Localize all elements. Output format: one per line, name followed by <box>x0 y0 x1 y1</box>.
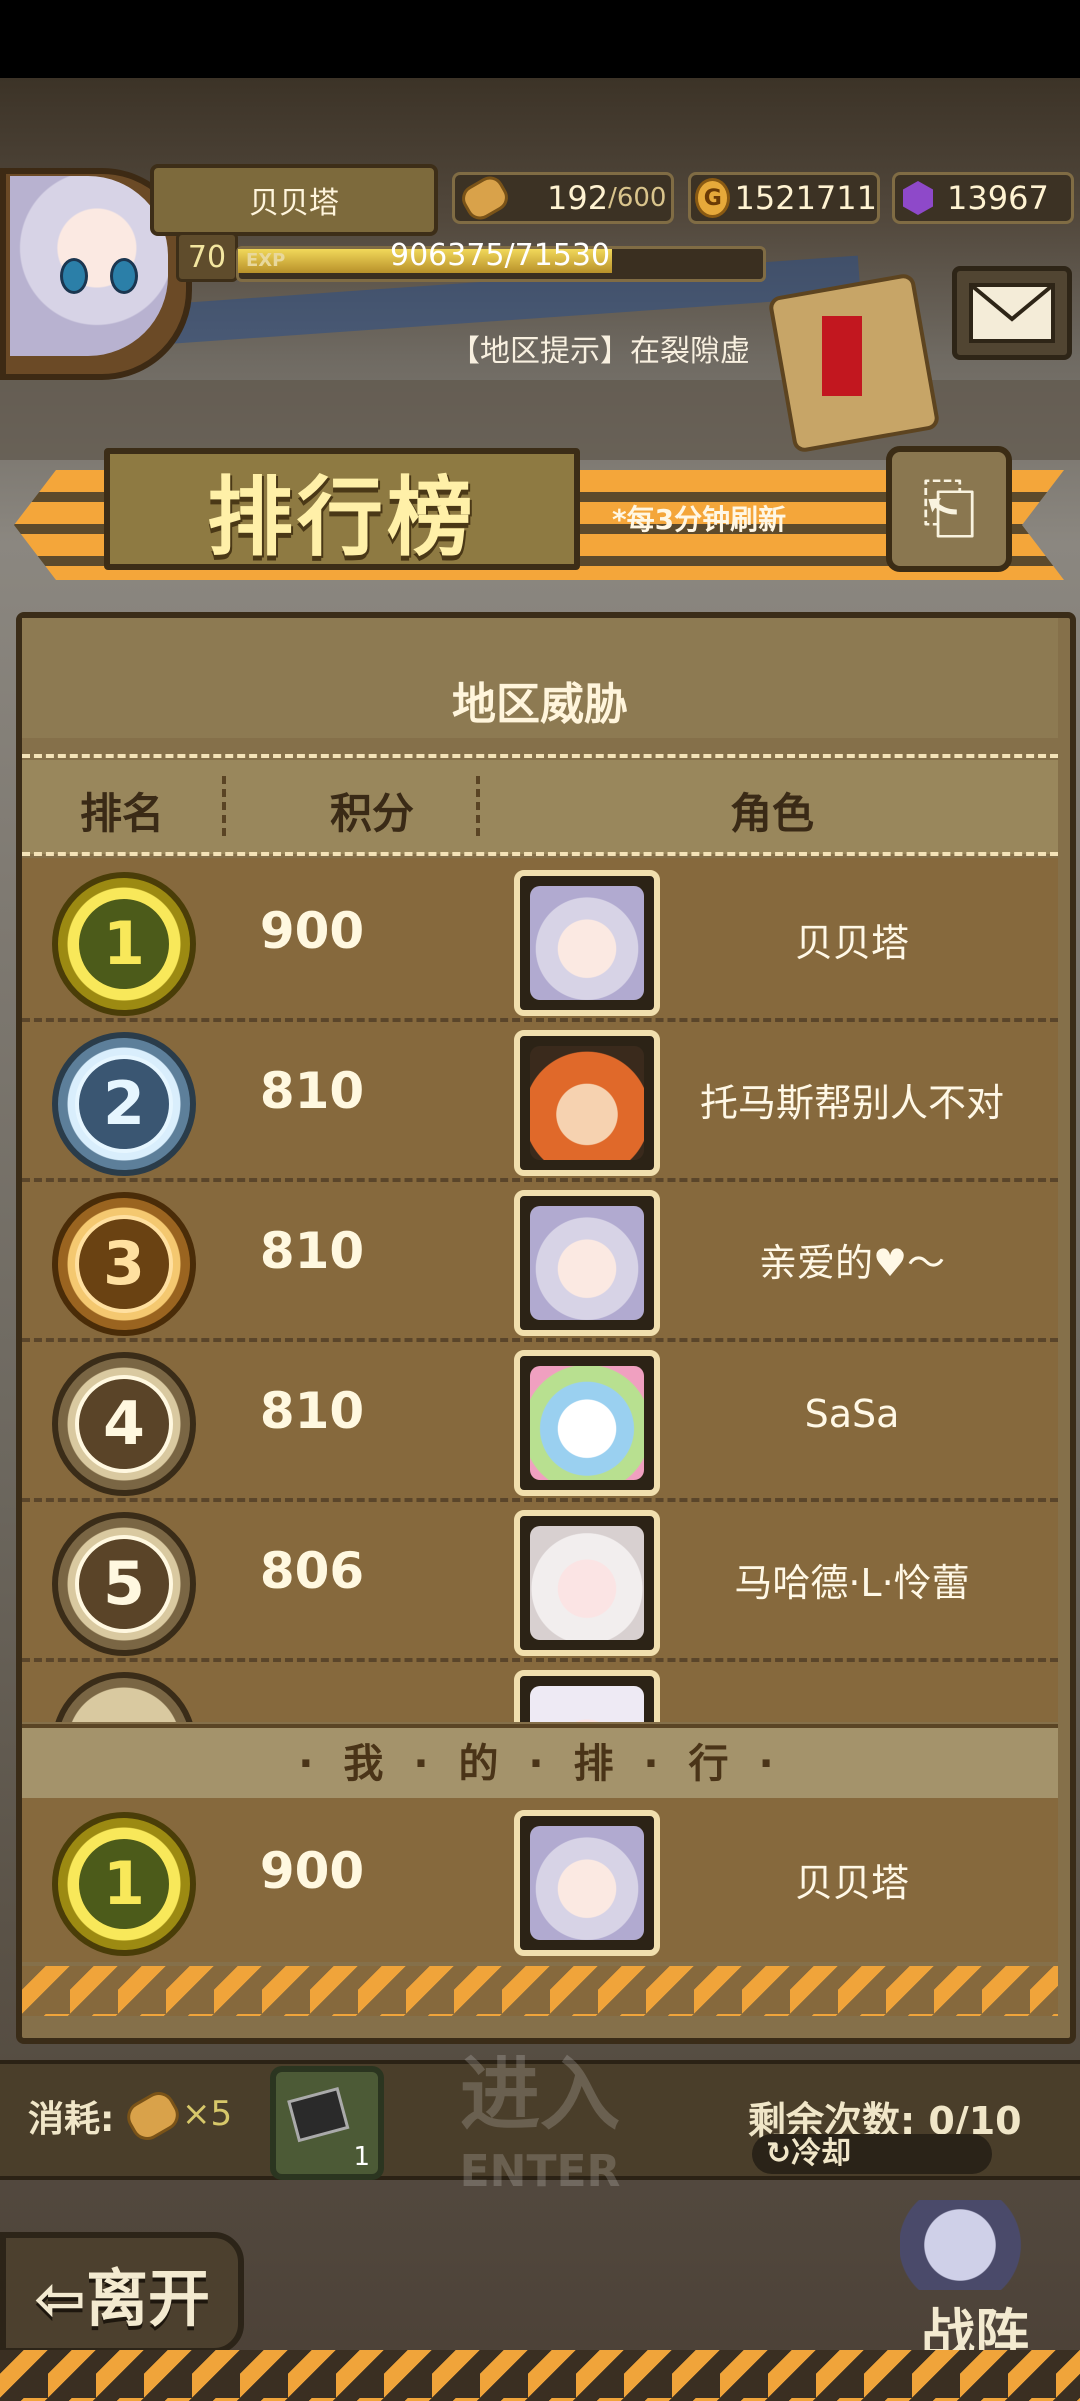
avatar-face-icon <box>530 1826 644 1940</box>
rank-number: 4 <box>75 1375 173 1473</box>
column-header-character: 角色 <box>729 789 814 838</box>
row-player-name: 马哈德·L·怜蕾 <box>734 1561 970 1605</box>
back-button[interactable]: ⎗ <box>886 446 1012 572</box>
row-player-name: SaSa <box>804 1392 900 1436</box>
stamina-counter[interactable]: 192 /600 <box>452 171 674 225</box>
divider <box>22 754 1058 758</box>
avatar-eye <box>60 258 88 294</box>
row-player-name: 托马斯帮别人不对 <box>699 1081 1004 1125</box>
my-rank-number: 1 <box>75 1835 173 1933</box>
row-avatar[interactable] <box>514 870 660 1016</box>
formation-icon <box>900 2200 1050 2290</box>
row-score: 810 <box>259 1382 365 1440</box>
enter-label-en: ENTER <box>459 2146 621 2197</box>
row-player-name: 贝贝塔 <box>794 921 909 965</box>
panel-bottom-border <box>22 1966 1058 2016</box>
region-hint-text: 【地区提示】在裂隙虚 <box>450 334 750 369</box>
leave-button[interactable]: ⇦离开 <box>0 2232 244 2354</box>
table-row[interactable]: 5 806 马哈德·L·怜蕾 <box>22 1498 1058 1662</box>
rank-number: 1 <box>75 895 173 993</box>
row-score: 900 <box>259 902 365 960</box>
bread-icon <box>456 171 514 225</box>
table-row-partial <box>22 1658 1058 1722</box>
table-row[interactable]: 1 900 贝贝塔 <box>22 858 1058 1022</box>
gold-counter[interactable]: G 1521711 <box>688 172 880 224</box>
back-arrow-icon: ⎗ <box>921 469 977 548</box>
row-avatar[interactable] <box>514 1030 660 1176</box>
refresh-note: *每3分钟刷新 <box>612 503 787 536</box>
avatar-face-icon <box>530 1686 644 1722</box>
avatar-face-icon <box>530 1206 644 1320</box>
gem-value: 13967 <box>947 179 1049 217</box>
player-name[interactable]: 贝贝塔 <box>150 164 438 236</box>
bottom-border <box>0 2350 1080 2401</box>
rank-badge-gold: 1 <box>52 872 196 1016</box>
divider <box>22 852 1058 856</box>
row-score: 806 <box>259 1542 365 1600</box>
avatar-face-icon <box>530 1046 644 1160</box>
rank-number: 2 <box>75 1055 173 1153</box>
ranking-list[interactable]: 1 900 贝贝塔 2 810 托马斯帮别人不对 3 810 亲爱的♥～ 4 810 SaSa 5 806… <box>22 858 1058 1722</box>
rank-number: 3 <box>75 1215 173 1313</box>
row-avatar[interactable] <box>514 1350 660 1496</box>
exp-text: 906375/71530 <box>390 238 611 273</box>
system-status-bar <box>0 0 1080 78</box>
column-separator <box>476 776 480 836</box>
row-avatar[interactable] <box>514 1190 660 1336</box>
enter-button[interactable]: 进入 ENTER <box>420 2030 660 2210</box>
row-player-name: 亲爱的♥～ <box>758 1241 946 1285</box>
rank-badge-bronze: 3 <box>52 1192 196 1336</box>
rank-badge-plain <box>52 1672 196 1722</box>
my-name: 贝贝塔 <box>794 1861 909 1905</box>
enter-label-cn: 进入 <box>460 2048 620 2141</box>
item-count: 1 <box>353 2142 370 2172</box>
my-rank-row[interactable]: 1 900 贝贝塔 <box>22 1798 1058 1962</box>
exp-label: EXP <box>246 250 286 271</box>
rank-badge-gold: 1 <box>52 1812 196 1956</box>
cooldown-button[interactable]: ↻冷却 <box>752 2134 992 2174</box>
row-avatar <box>514 1670 660 1722</box>
item-slot[interactable]: 1 <box>270 2066 384 2180</box>
avatar-eye <box>110 258 138 294</box>
panel-title: 地区威胁 <box>452 679 628 730</box>
player-avatar[interactable] <box>10 176 168 356</box>
row-score: 810 <box>259 1222 365 1280</box>
gem-counter[interactable]: 13967 <box>892 172 1074 224</box>
table-row[interactable]: 2 810 托马斯帮别人不对 <box>22 1018 1058 1182</box>
gem-icon <box>903 181 933 215</box>
my-rank-label: · 我 · 的 · 排 · 行 · <box>22 1724 1058 1804</box>
table-header: 排名 积分 角色 <box>22 760 1058 854</box>
formation-button[interactable]: 战阵 <box>880 2200 1070 2366</box>
avatar-face-icon <box>530 1526 644 1640</box>
quest-alert-icon <box>822 316 862 396</box>
leaderboard-title: 排行榜 <box>104 448 580 570</box>
table-row[interactable]: 3 810 亲爱的♥～ <box>22 1178 1058 1342</box>
column-header-score: 积分 <box>329 789 414 838</box>
stamina-max: /600 <box>608 183 667 213</box>
avatar-face-icon <box>530 886 644 1000</box>
rank-badge-silver: 2 <box>52 1032 196 1176</box>
row-avatar[interactable] <box>514 1510 660 1656</box>
cost-value: ×5 <box>182 2094 233 2134</box>
gold-coin-icon: G <box>695 178 731 218</box>
stamina-value: 192 <box>547 179 609 217</box>
cost-label: 消耗: <box>28 2099 115 2140</box>
avatar-face-icon <box>530 1366 644 1480</box>
row-score: 810 <box>259 1062 365 1120</box>
gold-value: 1521711 <box>734 179 877 217</box>
rank-badge-plain: 4 <box>52 1352 196 1496</box>
rank-badge-plain: 5 <box>52 1512 196 1656</box>
my-score: 900 <box>259 1842 365 1900</box>
player-level: 70 <box>176 232 238 282</box>
my-avatar[interactable] <box>514 1810 660 1956</box>
envelope-icon <box>969 283 1055 343</box>
table-row[interactable]: 4 810 SaSa <box>22 1338 1058 1502</box>
rank-number: 5 <box>75 1535 173 1633</box>
column-separator <box>222 776 226 836</box>
mail-button[interactable] <box>952 266 1072 360</box>
column-header-rank: 排名 <box>79 789 164 838</box>
